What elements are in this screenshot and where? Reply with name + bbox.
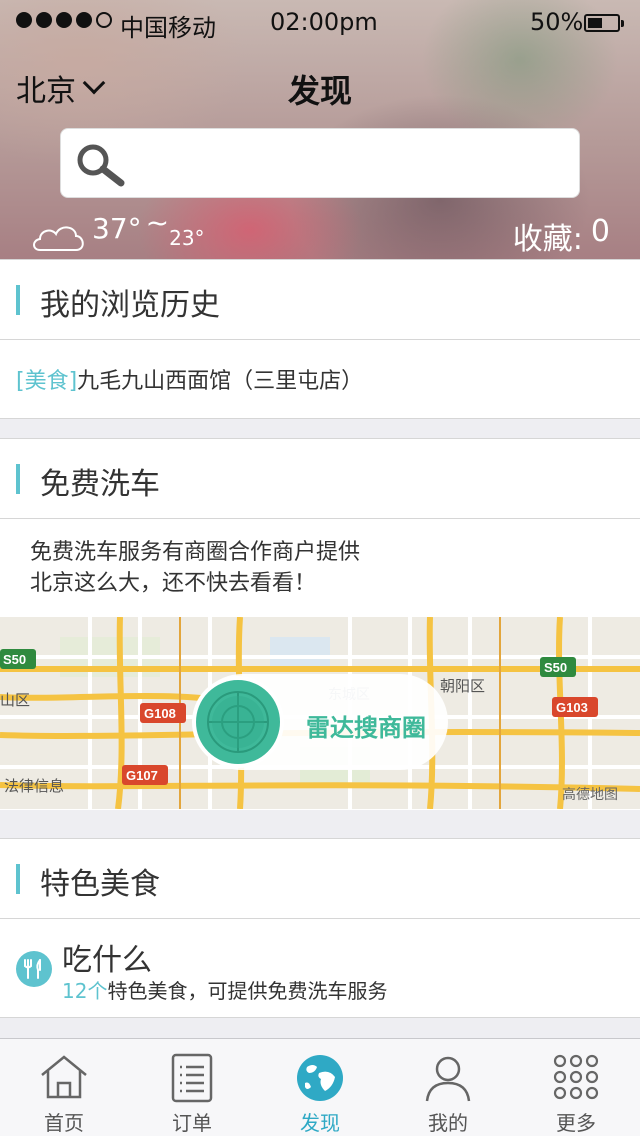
order-list-icon xyxy=(171,1053,213,1103)
temp-low: 23° xyxy=(169,226,205,250)
food-header[interactable]: 特色美食 xyxy=(0,839,640,919)
tab-more-label: 更多 xyxy=(556,1111,596,1135)
tab-orders[interactable]: 订单 xyxy=(128,1039,256,1136)
car-wash-title: 免费洗车 xyxy=(40,467,160,502)
car-wash-desc-line1: 免费洗车服务有商圈合作商户提供 xyxy=(30,540,361,565)
temp-high: 37° xyxy=(92,212,142,245)
city-selector[interactable]: 北京 xyxy=(16,66,106,110)
grid-dots-icon xyxy=(553,1054,599,1100)
favorites-count: 0 xyxy=(590,214,610,249)
tab-mine[interactable]: 我的 xyxy=(384,1039,512,1136)
history-item-name: 九毛九山西面馆（三里屯店） xyxy=(77,369,364,394)
status-bar: 中国移动 02:00pm 50% xyxy=(0,0,640,44)
favorites-counter[interactable]: 收藏: 0 xyxy=(513,214,610,258)
tab-more[interactable]: 更多 xyxy=(512,1039,640,1136)
food-item-title: 吃什么 xyxy=(62,943,152,978)
tab-mine-label: 我的 xyxy=(428,1111,468,1135)
food-item-subtitle: 12个特色美食，可提供免费洗车服务 xyxy=(62,975,387,1004)
globe-icon xyxy=(297,1055,343,1101)
battery-percent: 50% xyxy=(530,8,584,36)
food-title: 特色美食 xyxy=(40,867,160,902)
history-section: 我的浏览历史 [美食] 九毛九山西面馆（三里屯店） xyxy=(0,259,640,419)
search-input[interactable] xyxy=(60,128,580,198)
map-label-g108: G108 xyxy=(144,706,176,721)
cloud-icon xyxy=(33,226,84,251)
city-name: 北京 xyxy=(16,74,76,109)
car-wash-description: 免费洗车服务有商圈合作商户提供 北京这么大，还不快去看看！ xyxy=(0,519,640,617)
food-item-desc: 特色美食，可提供免费洗车服务 xyxy=(107,979,388,1003)
radar-label: 雷达搜商圈 xyxy=(306,714,426,742)
food-count: 12个 xyxy=(62,979,108,1003)
search-icon xyxy=(77,144,125,187)
food-item[interactable]: 吃什么 12个特色美食，可提供免费洗车服务 xyxy=(0,919,640,1017)
map-label-law-info: 法律信息 xyxy=(4,778,64,795)
fork-knife-icon xyxy=(16,951,52,987)
map-label-g107: G107 xyxy=(126,768,158,783)
battery-icon xyxy=(584,14,624,32)
map-label-s50-left: S50 xyxy=(3,652,26,667)
tab-home[interactable]: 首页 xyxy=(0,1039,128,1136)
tab-discover[interactable]: 发现 xyxy=(256,1039,384,1136)
map-label-s50-right: S50 xyxy=(544,660,567,675)
car-wash-header[interactable]: 免费洗车 xyxy=(0,439,640,519)
history-title: 我的浏览历史 xyxy=(40,288,220,323)
map-label-amap: 高德地图 xyxy=(562,786,618,802)
signal-strength-icon xyxy=(16,12,112,28)
history-header[interactable]: 我的浏览历史 xyxy=(0,260,640,340)
temp-separator: ~ xyxy=(145,206,170,239)
chevron-down-icon xyxy=(82,71,106,95)
tab-home-label: 首页 xyxy=(44,1111,84,1135)
food-section: 特色美食 吃什么 12个特色美食，可提供免费洗车服务 xyxy=(0,838,640,1018)
header-banner: 中国移动 02:00pm 50% 北京 发现 37° ~ 23° 收藏: 0 xyxy=(0,0,640,260)
tab-bar: 首页 订单 发现 我的 更多 xyxy=(0,1038,640,1136)
user-icon xyxy=(425,1056,471,1102)
map-label-g103: G103 xyxy=(556,700,588,715)
map-label-shan: 山区 xyxy=(0,692,30,709)
weather-widget: 37° ~ 23° xyxy=(30,206,205,254)
home-icon xyxy=(41,1055,87,1099)
status-time: 02:00pm xyxy=(270,8,378,36)
carrier-name: 中国移动 xyxy=(120,14,216,42)
favorites-label: 收藏: xyxy=(512,222,583,257)
tab-discover-label: 发现 xyxy=(300,1111,340,1135)
history-item[interactable]: [美食] 九毛九山西面馆（三里屯店） xyxy=(0,340,640,418)
car-wash-desc-line2: 北京这么大，还不快去看看！ xyxy=(30,571,317,596)
tab-orders-label: 订单 xyxy=(172,1111,212,1135)
history-item-tag: [美食] xyxy=(16,369,78,394)
